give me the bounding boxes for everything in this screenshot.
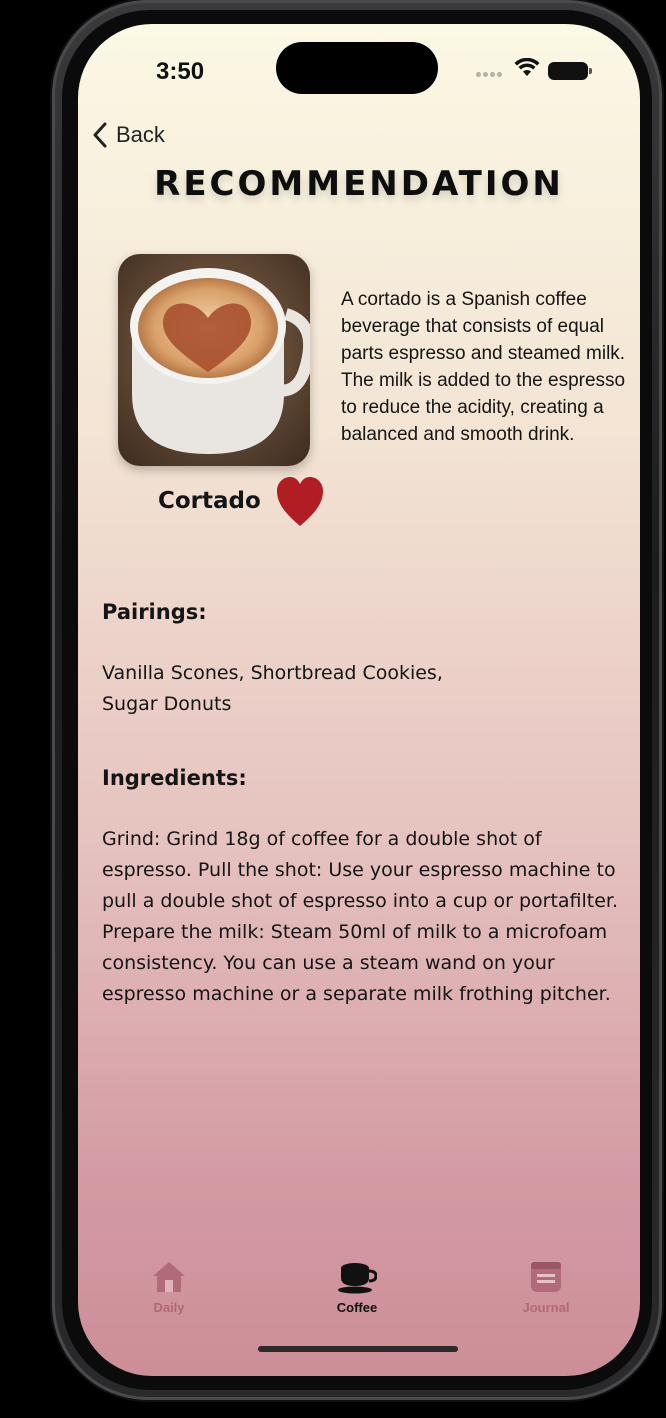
pairings-line: Vanilla Scones, Shortbread Cookies, <box>102 662 443 684</box>
coffee-image <box>118 254 310 466</box>
back-button[interactable]: Back <box>92 122 165 148</box>
wifi-icon <box>514 58 540 76</box>
tab-label: Coffee <box>336 1300 378 1315</box>
app-screen: 3:50 Back RECOMMENDATION A cortado is a … <box>78 24 640 1376</box>
pairings-line: Sugar Donuts <box>102 693 232 715</box>
coffee-cup-icon <box>338 1263 377 1294</box>
tab-daily[interactable]: Daily <box>124 1260 214 1315</box>
back-label: Back <box>116 122 165 147</box>
journal-icon <box>531 1262 561 1292</box>
home-indicator[interactable] <box>258 1346 458 1352</box>
ingredients-line: Grind: Grind 18g of coffee for a double … <box>102 828 542 850</box>
status-bar: 3:50 <box>78 24 640 114</box>
ingredients-heading: Ingredients: <box>102 766 247 790</box>
dynamic-island <box>276 42 438 94</box>
chevron-left-icon <box>93 122 107 148</box>
heart-icon[interactable] <box>276 476 324 528</box>
ingredients-line: espresso. Pull the shot: Use your espres… <box>102 859 616 881</box>
coffee-name: Cortado <box>158 488 261 514</box>
status-time: 3:50 <box>156 58 205 85</box>
battery-icon <box>548 62 588 80</box>
cellular-signal-icon <box>476 72 506 78</box>
coffee-description: A cortado is a Spanish coffee beverage t… <box>341 289 626 445</box>
ingredients-line: Prepare the milk: Steam 50ml of milk to … <box>102 921 608 943</box>
ingredients-line: consistency. You can use a steam wand on… <box>102 952 555 974</box>
tab-bar: Daily Coffee Journal <box>78 1260 640 1340</box>
tab-coffee[interactable]: Coffee <box>312 1260 402 1315</box>
battery-tip <box>589 68 592 74</box>
house-icon <box>153 1262 185 1292</box>
ingredients-line: espresso machine or a separate milk frot… <box>102 983 611 1005</box>
ingredients-text: Grind: Grind 18g of coffee for a double … <box>102 824 618 1010</box>
pairings-heading: Pairings: <box>102 600 207 624</box>
ingredients-line: pull a double shot of espresso into a cu… <box>102 890 619 912</box>
tab-label: Journal <box>522 1300 570 1315</box>
tab-journal[interactable]: Journal <box>501 1260 591 1315</box>
page-title: RECOMMENDATION <box>154 164 564 204</box>
pairings-text: Vanilla Scones, Shortbread Cookies, Suga… <box>102 658 443 720</box>
tab-label: Daily <box>153 1300 185 1315</box>
